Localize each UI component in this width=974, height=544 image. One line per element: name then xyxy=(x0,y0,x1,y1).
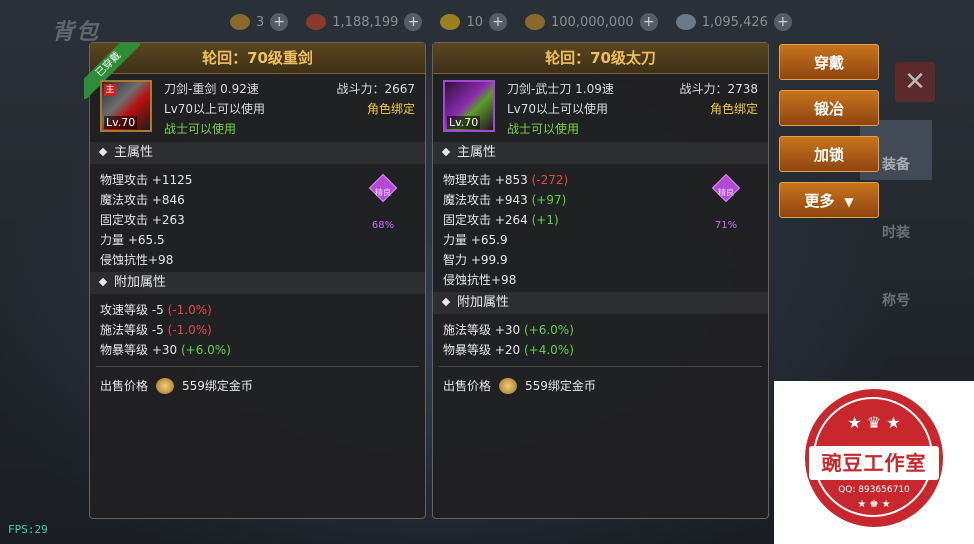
extra-attributes: 施法等级 +30 (+6.0%) 物暴等级 +20 (+4.0%) xyxy=(433,314,768,360)
quality-percent: 68% xyxy=(371,220,395,231)
extra-attributes-header: 附加属性 xyxy=(90,272,425,294)
stat-line: 物暴等级 +30 (+6.0%) xyxy=(100,343,231,357)
tab-title[interactable]: 称号 xyxy=(860,256,932,316)
gold-coin-icon xyxy=(230,14,250,30)
watermark-title: 豌豆工作室 xyxy=(821,451,927,475)
ticket-icon xyxy=(306,14,327,30)
combat-power: 战斗力：2738 xyxy=(679,82,758,96)
close-button[interactable]: ✕ xyxy=(895,62,935,102)
quality-percent: 71% xyxy=(714,220,738,231)
divider xyxy=(439,366,762,367)
currency-gold: 3 + xyxy=(230,13,289,31)
bind-status: 角色绑定 xyxy=(366,102,415,116)
lock-button[interactable]: 加锁 xyxy=(779,136,879,172)
equipped-item-panel: 轮回：70级重剑 已穿戴 主 Lv.70 刀剑-重剑 0.92速 Lv70以上可… xyxy=(84,42,426,519)
sell-value: 559绑定金币 xyxy=(525,379,596,393)
watermark-seal: ★ ♛ ★ 豌豆工作室 QQ: 893656710 ★ ♚ ★ xyxy=(805,389,943,527)
item-summary: Lv.70 刀剑-武士刀 1.09速 Lv70以上可以使用 战士可以使用 战斗力… xyxy=(433,74,768,140)
equip-button[interactable]: 穿戴 xyxy=(779,44,879,80)
item-title: 轮回：70级重剑 xyxy=(90,43,425,74)
class-requirement: 战士可以使用 xyxy=(164,122,237,136)
forge-button[interactable]: 锻冶 xyxy=(779,90,879,126)
main-attributes-header: 主属性 xyxy=(433,142,768,164)
add-currency-button[interactable]: + xyxy=(639,13,658,31)
item-level: Lv.70 xyxy=(447,116,481,129)
main-tag: 主 xyxy=(104,84,116,96)
sword-icon: 主 Lv.70 xyxy=(100,80,152,132)
item-type-speed: 刀剑-武士刀 1.09速 xyxy=(507,82,614,96)
currency-value: 10 xyxy=(466,14,483,30)
stat-line: 施法等级 +30 (+6.0%) xyxy=(443,323,574,337)
currency-value: 1,188,199 xyxy=(332,14,399,30)
quality-name: 精良 xyxy=(375,188,391,197)
medal-icon xyxy=(440,14,461,30)
stat-line: 侵蚀抗性+98 xyxy=(100,253,174,267)
currency-bound-gold: 100,000,000 + xyxy=(525,13,658,31)
divider xyxy=(96,366,419,367)
currency-ticket: 1,188,199 + xyxy=(306,13,423,31)
main-attributes: 精良 68% 物理攻击 +1125 魔法攻击 +846 固定攻击 +263 力量… xyxy=(90,164,425,270)
fps-counter: FPS:29 xyxy=(8,523,48,536)
bound-gold-icon xyxy=(156,377,175,394)
katana-icon: Lv.70 xyxy=(443,80,495,132)
quality-badge: 精良 68% xyxy=(363,173,403,236)
main-attributes: 精良 71% 物理攻击 +853 (-272) 魔法攻击 +943 (+97) … xyxy=(433,164,768,290)
star-icon: ★ ♚ ★ xyxy=(857,499,891,510)
currency-medal: 10 + xyxy=(440,13,507,31)
level-requirement: Lv70以上可以使用 xyxy=(164,102,266,116)
main-attributes-header: 主属性 xyxy=(90,142,425,164)
crystal-icon xyxy=(675,14,696,30)
sell-price: 出售价格 559绑定金币 xyxy=(90,373,425,394)
item-type-speed: 刀剑-重剑 0.92速 xyxy=(164,82,259,96)
bound-gold-icon xyxy=(499,377,518,394)
watermark-logo: ★ ♛ ★ 豌豆工作室 QQ: 893656710 ★ ♚ ★ xyxy=(774,381,974,544)
add-currency-button[interactable]: + xyxy=(404,13,423,31)
currency-value: 3 xyxy=(256,14,265,30)
class-requirement: 战士可以使用 xyxy=(507,122,580,136)
crown-icon: ★ ♛ ★ xyxy=(847,413,901,432)
currency-crystal: 1,095,426 + xyxy=(675,13,792,31)
quality-name: 精良 xyxy=(718,188,734,197)
item-summary: 主 Lv.70 刀剑-重剑 0.92速 Lv70以上可以使用 战士可以使用 战斗… xyxy=(90,74,425,140)
bind-status: 角色绑定 xyxy=(709,102,758,116)
quality-badge: 精良 71% xyxy=(706,173,746,236)
sell-price: 出售价格 559绑定金币 xyxy=(433,373,768,394)
add-currency-button[interactable]: + xyxy=(270,13,289,31)
watermark-qq: QQ: 893656710 xyxy=(838,485,910,495)
stat-line: 智力 +99.9 xyxy=(443,253,508,267)
stat-line: 侵蚀抗性+98 xyxy=(443,273,517,287)
sell-label: 出售价格 xyxy=(100,379,149,393)
combat-power: 战斗力：2667 xyxy=(336,82,415,96)
stat-line: 攻速等级 -5 (-1.0%) xyxy=(100,303,212,317)
currency-value: 1,095,426 xyxy=(701,14,768,30)
bound-gold-icon xyxy=(525,14,545,30)
item-level: Lv.70 xyxy=(104,116,138,129)
sell-value: 559绑定金币 xyxy=(182,379,253,393)
currency-value: 100,000,000 xyxy=(551,14,634,30)
currency-bar: 3 + 1,188,199 + 10 + 100,000,000 + 1,095… xyxy=(230,8,920,36)
action-buttons: 穿戴 锻冶 加锁 更多 ▼ xyxy=(779,44,879,228)
extra-attributes: 攻速等级 -5 (-1.0%) 施法等级 -5 (-1.0%) 物暴等级 +30… xyxy=(90,294,425,360)
add-currency-button[interactable]: + xyxy=(489,13,507,31)
stat-line: 物暴等级 +20 (+4.0%) xyxy=(443,343,574,357)
sell-label: 出售价格 xyxy=(443,379,492,393)
more-button[interactable]: 更多 ▼ xyxy=(779,182,879,218)
dropdown-triangle-icon: ▼ xyxy=(844,195,854,209)
add-currency-button[interactable]: + xyxy=(773,13,792,31)
stat-line: 施法等级 -5 (-1.0%) xyxy=(100,323,212,337)
item-title: 轮回：70级太刀 xyxy=(433,43,768,74)
level-requirement: Lv70以上可以使用 xyxy=(507,102,609,116)
compare-item-panel: 轮回：70级太刀 Lv.70 刀剑-武士刀 1.09速 Lv70以上可以使用 战… xyxy=(432,42,769,519)
extra-attributes-header: 附加属性 xyxy=(433,292,768,314)
